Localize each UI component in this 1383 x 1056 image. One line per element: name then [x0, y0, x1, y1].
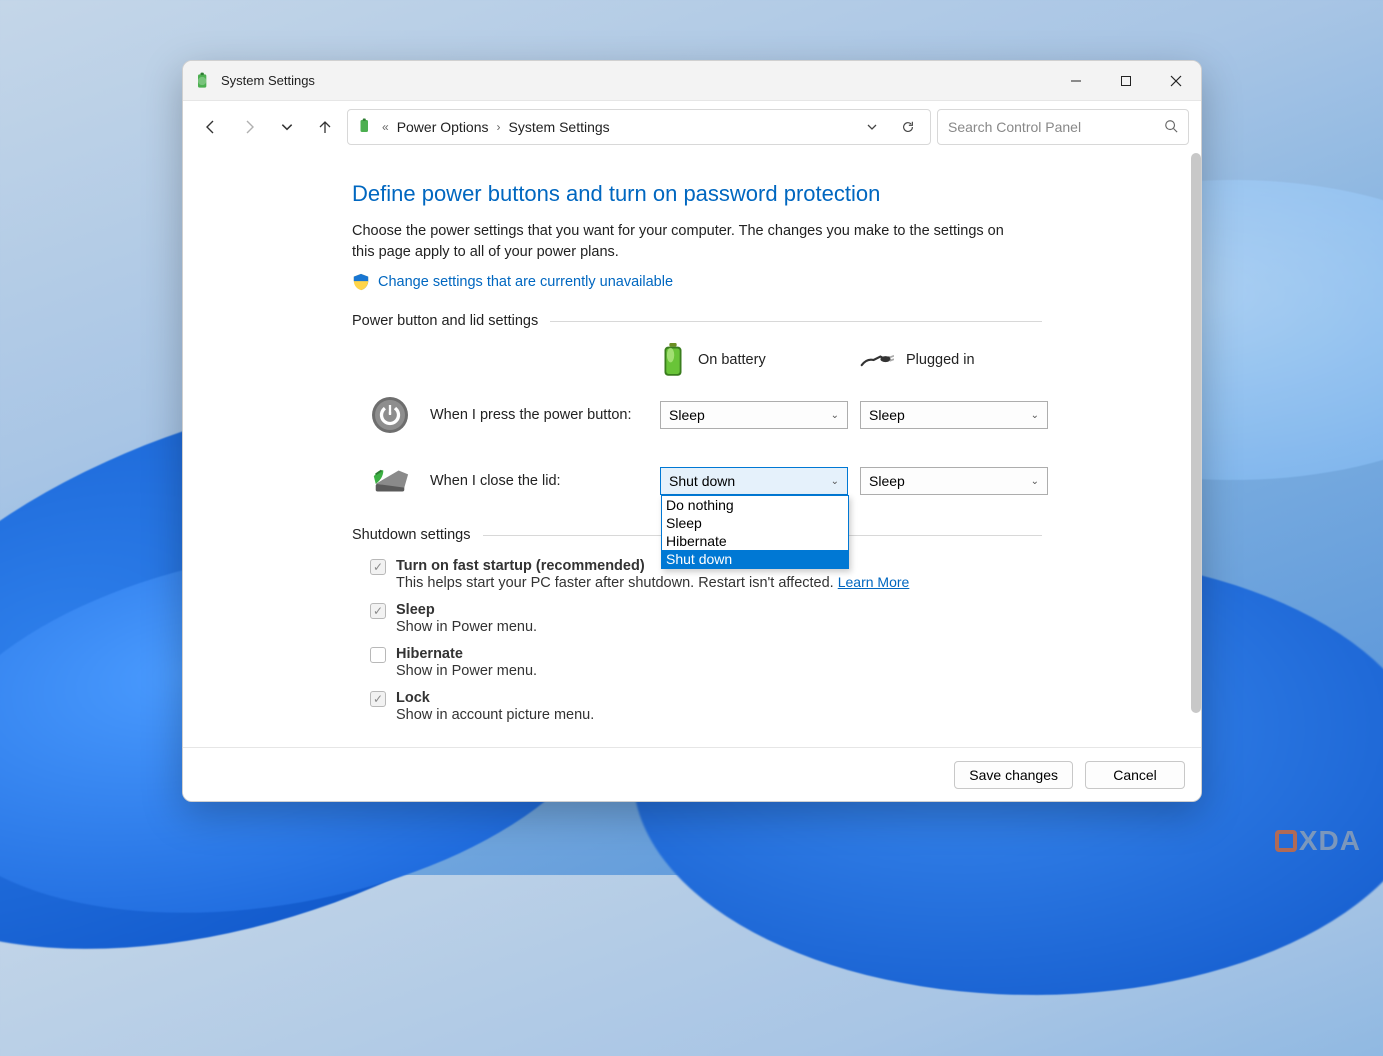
combo-power-battery[interactable]: Sleep ⌄: [660, 401, 848, 429]
chevron-down-icon: ⌄: [831, 410, 839, 421]
close-button[interactable]: [1151, 61, 1201, 101]
nav-row: « Power Options › System Settings: [183, 101, 1201, 153]
save-changes-button[interactable]: Save changes: [954, 761, 1073, 789]
combo-lid-battery-dropdown: Do nothing Sleep Hibernate Shut down: [661, 495, 849, 569]
row-power-label: When I press the power button:: [430, 407, 660, 423]
combo-power-plugged[interactable]: Sleep ⌄: [860, 401, 1048, 429]
watermark-text: XDA: [1299, 825, 1361, 857]
admin-link-row: Change settings that are currently unava…: [352, 273, 1042, 291]
sleep-label: Sleep: [396, 602, 435, 618]
chevron-down-icon: ⌄: [1031, 476, 1039, 487]
breadcrumb-root[interactable]: «: [382, 120, 389, 134]
column-headers: On battery Plugged in: [370, 343, 1042, 377]
hibernate-label: Hibernate: [396, 646, 463, 662]
combo-value: Sleep: [869, 473, 905, 489]
lock-label: Lock: [396, 690, 430, 706]
search-box[interactable]: [937, 109, 1189, 145]
col-on-battery: On battery: [660, 343, 860, 377]
chevron-down-icon: ⌄: [1031, 410, 1039, 421]
combo-value: Sleep: [669, 407, 705, 423]
address-dropdown-button[interactable]: [858, 121, 886, 133]
back-button[interactable]: [195, 111, 227, 143]
watermark: XDA: [1275, 825, 1361, 857]
forward-button[interactable]: [233, 111, 265, 143]
col-plugged-label: Plugged in: [906, 352, 975, 368]
group-power-button-lid: Power button and lid settings: [352, 313, 1042, 329]
page-description: Choose the power settings that you want …: [352, 221, 1012, 263]
col-battery-label: On battery: [698, 352, 766, 368]
search-input[interactable]: [948, 119, 1156, 135]
content-area: Define power buttons and turn on passwor…: [183, 153, 1201, 747]
checkbox-sleep[interactable]: [370, 603, 386, 619]
group-legend-label: Power button and lid settings: [352, 313, 538, 329]
page-title: Define power buttons and turn on passwor…: [352, 181, 1042, 207]
combo-lid-plugged[interactable]: Sleep ⌄: [860, 467, 1048, 495]
fast-startup-label: Turn on fast startup (recommended): [396, 558, 645, 574]
shield-icon: [352, 273, 370, 291]
app-icon: [193, 71, 213, 91]
search-icon[interactable]: [1164, 119, 1178, 136]
dropdown-option-sleep[interactable]: Sleep: [662, 514, 848, 532]
sleep-sub: Show in Power menu.: [396, 619, 537, 635]
dropdown-option-hibernate[interactable]: Hibernate: [662, 532, 848, 550]
watermark-icon: [1275, 830, 1297, 852]
combo-lid-battery[interactable]: Shut down ⌄ Do nothing Sleep Hibernate S…: [660, 467, 848, 495]
window: System Settings: [182, 60, 1202, 802]
breadcrumb-level1[interactable]: Power Options: [397, 119, 489, 135]
address-bar[interactable]: « Power Options › System Settings: [347, 109, 931, 145]
hibernate-sub: Show in Power menu.: [396, 663, 537, 679]
checkbox-fast-startup[interactable]: [370, 559, 386, 575]
maximize-button[interactable]: [1101, 61, 1151, 101]
battery-icon: [660, 343, 686, 377]
lock-sub: Show in account picture menu.: [396, 707, 594, 723]
shutdown-item-lock: Lock Show in account picture menu.: [370, 689, 1042, 723]
shutdown-item-hibernate: Hibernate Show in Power menu.: [370, 645, 1042, 679]
group-legend-label: Shutdown settings: [352, 527, 471, 543]
minimize-button[interactable]: [1051, 61, 1101, 101]
fast-startup-sub: This helps start your PC faster after sh…: [396, 575, 838, 591]
chevron-down-icon: ⌄: [831, 476, 839, 487]
checkbox-lock[interactable]: [370, 691, 386, 707]
window-title: System Settings: [221, 73, 315, 88]
plug-icon: [860, 350, 894, 370]
col-plugged-in: Plugged in: [860, 350, 1060, 370]
shutdown-item-sleep: Sleep Show in Power menu.: [370, 601, 1042, 635]
footer: Save changes Cancel: [183, 747, 1201, 801]
lid-icon: [370, 461, 410, 501]
titlebar: System Settings: [183, 61, 1201, 101]
checkbox-hibernate[interactable]: [370, 647, 386, 663]
row-lid-label: When I close the lid:: [430, 473, 660, 489]
power-button-icon: [370, 395, 410, 435]
shutdown-settings-list: Turn on fast startup (recommended) This …: [370, 557, 1042, 723]
scrollbar[interactable]: [1191, 153, 1201, 713]
dropdown-option-do-nothing[interactable]: Do nothing: [662, 496, 848, 514]
breadcrumb-level2[interactable]: System Settings: [509, 119, 610, 135]
learn-more-link[interactable]: Learn More: [838, 574, 910, 590]
history-dropdown-button[interactable]: [271, 111, 303, 143]
up-button[interactable]: [309, 111, 341, 143]
chevron-right-icon: ›: [497, 120, 501, 134]
combo-value: Shut down: [669, 473, 735, 489]
dropdown-option-shut-down[interactable]: Shut down: [662, 550, 848, 568]
settings-grid: When I press the power button: Sleep ⌄ S…: [370, 395, 1042, 501]
refresh-button[interactable]: [894, 120, 922, 134]
cancel-button[interactable]: Cancel: [1085, 761, 1185, 789]
admin-change-link[interactable]: Change settings that are currently unava…: [378, 274, 673, 290]
combo-value: Sleep: [869, 407, 905, 423]
app-icon: [356, 117, 374, 138]
